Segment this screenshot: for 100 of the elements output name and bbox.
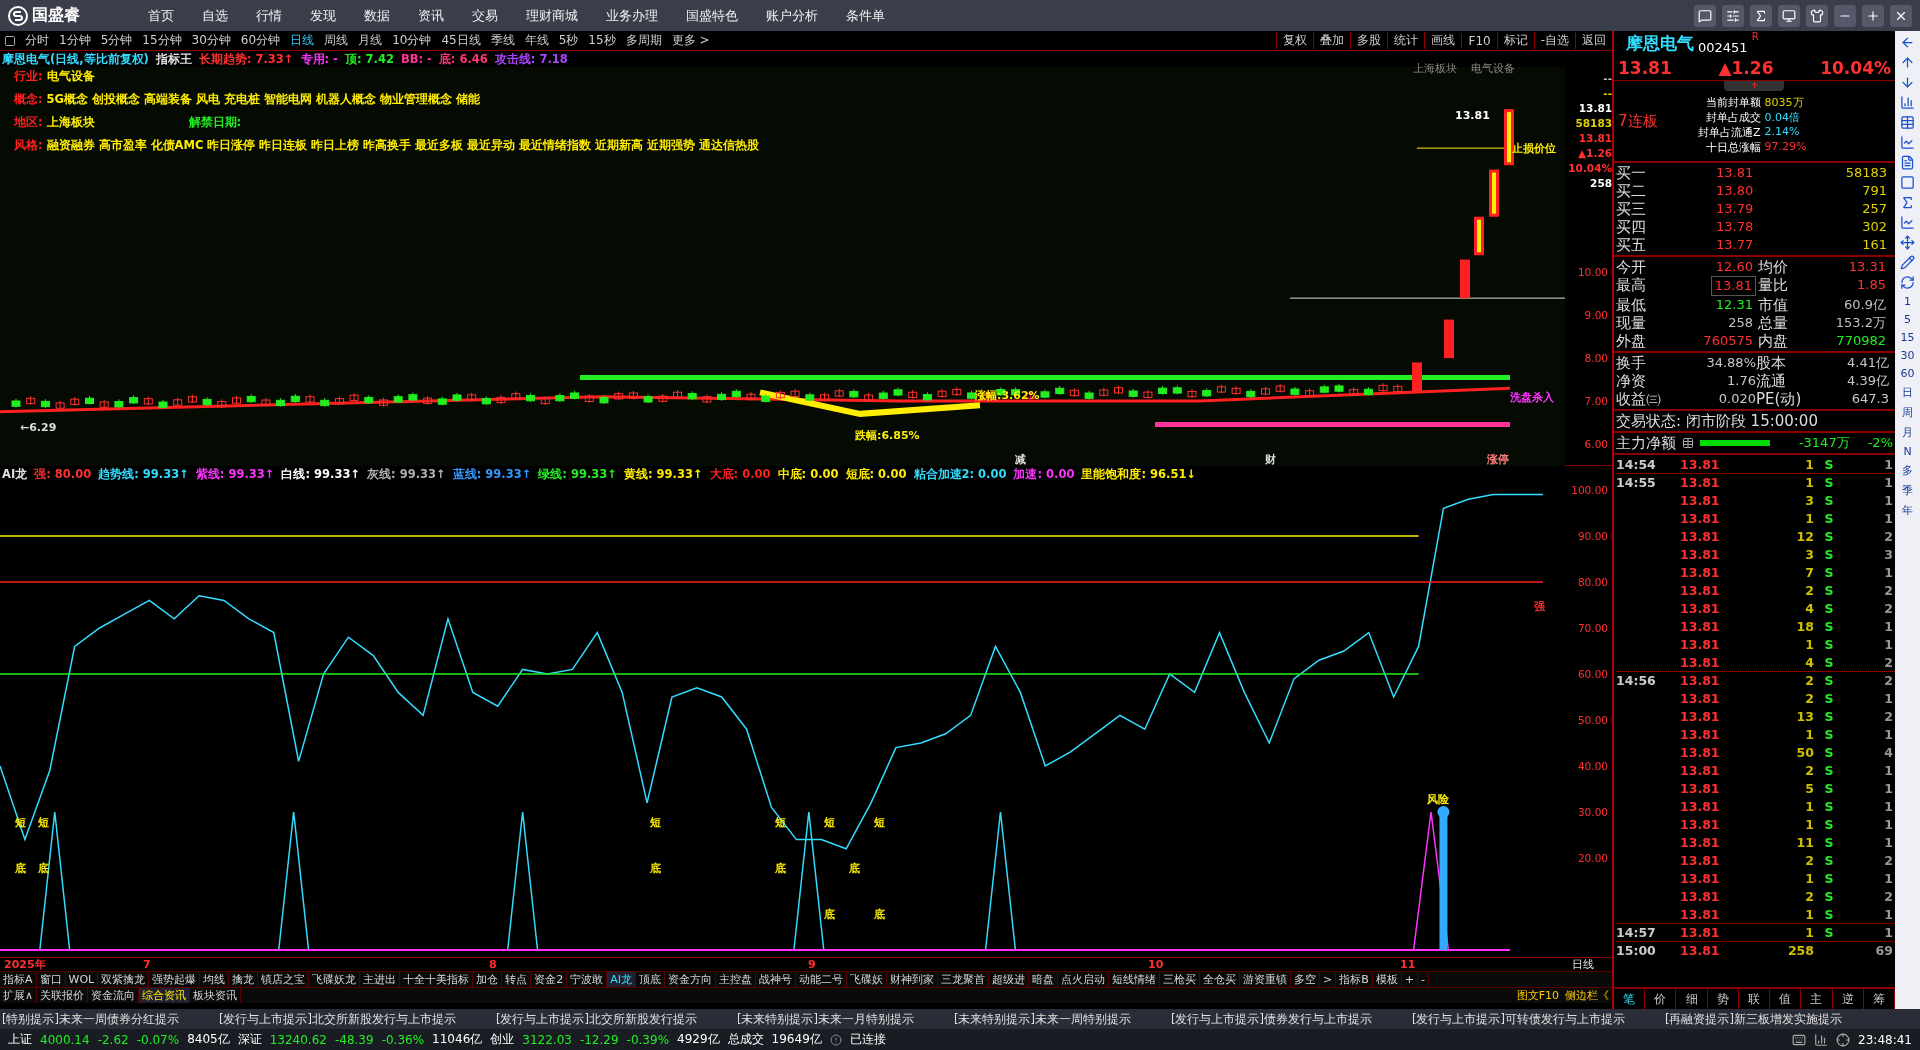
stat-label: 今开 [1616,258,1647,276]
period-tab[interactable]: 10分钟 [387,32,437,49]
document-icon[interactable] [1900,155,1915,170]
news-ticker-item[interactable]: [发行与上市提示]北交所新股发行与上市提示 [219,1011,456,1027]
period-tab[interactable]: 多周期 [620,32,667,49]
sidebar-period[interactable]: N [1903,445,1912,458]
sliders-icon[interactable] [1722,4,1744,27]
maximize-icon[interactable] [1862,4,1884,27]
square-icon[interactable] [1900,175,1915,190]
sidebar-period[interactable]: 月 [1902,425,1913,440]
period-tab[interactable]: 周线 [319,32,354,49]
collapse-handle[interactable] [1724,81,1784,91]
info-icon[interactable] [829,1033,842,1046]
chat-icon[interactable] [1694,4,1716,27]
line-chart-icon[interactable] [1900,135,1915,150]
info-tab[interactable]: 板块资讯 [190,988,242,1003]
info-label: 概念: [14,92,43,107]
tick-price: 13.81 [1679,763,1721,778]
chart-tool-button[interactable]: 多股 [1350,32,1388,49]
sidebar-period[interactable]: 年 [1902,503,1913,518]
chart-tool-button[interactable]: -自选 [1533,32,1575,49]
indicator-tab[interactable]: > [1320,973,1337,986]
chart-tool-button[interactable]: 统计 [1387,32,1425,49]
menu-item[interactable]: 条件单 [846,6,885,25]
indicator-tab[interactable]: - [1417,973,1429,986]
menu-item[interactable]: 发现 [310,6,336,25]
chart-tool-button[interactable]: F10 [1461,33,1497,48]
info-value: 5G概念 创投概念 高端装备 风电 充电桩 智能电网 机器人概念 物业管理概念 储能 [46,92,481,107]
news-ticker-item[interactable]: [发行与上市提示]债券发行与上市提示 [1170,1011,1372,1027]
period-tab[interactable]: 45日线 [436,32,486,49]
chart-tool-button[interactable]: 返回 [1575,32,1612,49]
pencil-icon[interactable] [1900,255,1915,270]
sidebar-period[interactable]: 15 [1900,331,1915,344]
sidebar-period[interactable]: 5 [1904,313,1911,326]
period-tab[interactable]: 分时 [20,32,54,49]
menu-item[interactable]: 数据 [364,6,390,25]
indicator-tab[interactable]: WOL [65,973,99,986]
bar-chart-icon[interactable] [1900,95,1915,110]
refresh-icon[interactable] [1900,275,1915,290]
menu-item[interactable]: 交易 [472,6,498,25]
menu-item[interactable]: 理财商城 [526,6,578,25]
period-tab[interactable]: 15分钟 [137,32,187,49]
menu-item[interactable]: 业务办理 [606,6,658,25]
menu-item[interactable]: 账户分析 [766,6,818,25]
news-ticker-item[interactable]: [未来特别提示]未来一月特别提示 [736,1011,914,1027]
period-tab[interactable]: 1分钟 [54,32,96,49]
news-ticker-item[interactable]: [发行与上市提示]北交所新股发行提示 [495,1011,697,1027]
table-icon[interactable] [1682,437,1694,449]
indicator-tab[interactable]: + [1401,973,1418,986]
period-tab[interactable]: 30分钟 [186,32,236,49]
keyboard-icon[interactable] [1792,1032,1807,1047]
news-ticker-item[interactable]: [再融资提示]新三板增发实施提示 [1664,1011,1842,1027]
monitor-icon[interactable] [1778,4,1800,27]
sidebar-period[interactable]: 1 [1904,295,1911,308]
move-icon[interactable] [1900,235,1915,250]
panel-link[interactable]: 侧边栏《 [1562,988,1612,1003]
info-tab[interactable]: 综合资讯 [139,988,191,1003]
chart-tool-button[interactable]: 复权 [1276,32,1314,49]
menu-item[interactable]: 自选 [202,6,228,25]
news-ticker-item[interactable]: [未来特别提示]未来一周特别提示 [953,1011,1131,1027]
sidebar-period[interactable]: 多 [1902,463,1913,478]
wave-chart-icon[interactable] [1900,215,1915,230]
menu-item[interactable]: 国盛特色 [686,6,738,25]
formula-icon[interactable] [1900,195,1915,210]
panel-link[interactable]: 图文F10 [1513,988,1562,1003]
period-tab[interactable]: 月线 [353,32,388,49]
info-tab[interactable]: 扩展∧ [0,988,38,1003]
news-ticker-item[interactable]: [发行与上市提示]可转债发行与上市提示 [1411,1011,1625,1027]
formula-icon[interactable] [1750,4,1772,27]
sidebar-period[interactable]: 日 [1902,385,1913,400]
sidebar-period[interactable]: 30 [1900,349,1915,362]
menu-item[interactable]: 行情 [256,6,282,25]
period-tab[interactable]: 5秒 [553,32,584,49]
chart-tool-button[interactable]: 画线 [1424,32,1462,49]
period-tab[interactable]: 日线 [285,32,320,49]
crosshair-icon[interactable] [1836,1032,1851,1047]
menu-item[interactable]: 资讯 [418,6,444,25]
period-tab[interactable]: 15秒 [583,32,621,49]
period-tab[interactable]: 季线 [485,32,520,49]
sidebar-period[interactable]: 季 [1902,483,1913,498]
chart-icon[interactable] [1814,1032,1829,1047]
logo-icon [8,5,28,26]
period-tab[interactable]: 60分钟 [235,32,286,49]
period-tab[interactable]: 更多 > [666,32,715,49]
panel-toggle-icon[interactable] [4,34,16,47]
sidebar-period[interactable]: 周 [1902,405,1913,420]
sidebar-period[interactable]: 60 [1900,367,1915,380]
period-tab[interactable]: 5分钟 [95,32,138,49]
minimize-icon[interactable] [1834,4,1856,27]
info-tab[interactable]: 关联报价 [37,988,89,1003]
shirt-icon[interactable] [1806,4,1828,27]
chart-tool-button[interactable]: 叠加 [1313,32,1351,49]
table-icon[interactable] [1900,115,1915,130]
news-ticker-item[interactable]: [特别提示]未来一周债券分红提示 [2,1011,179,1027]
chart-tool-button[interactable]: 标记 [1496,32,1534,49]
arrow-down-icon[interactable] [1900,75,1915,90]
period-tab[interactable]: 年线 [519,32,554,49]
menu-item[interactable]: 首页 [148,6,174,25]
indicator-tab[interactable]: AI龙 [607,972,636,987]
close-icon[interactable] [1890,4,1912,27]
